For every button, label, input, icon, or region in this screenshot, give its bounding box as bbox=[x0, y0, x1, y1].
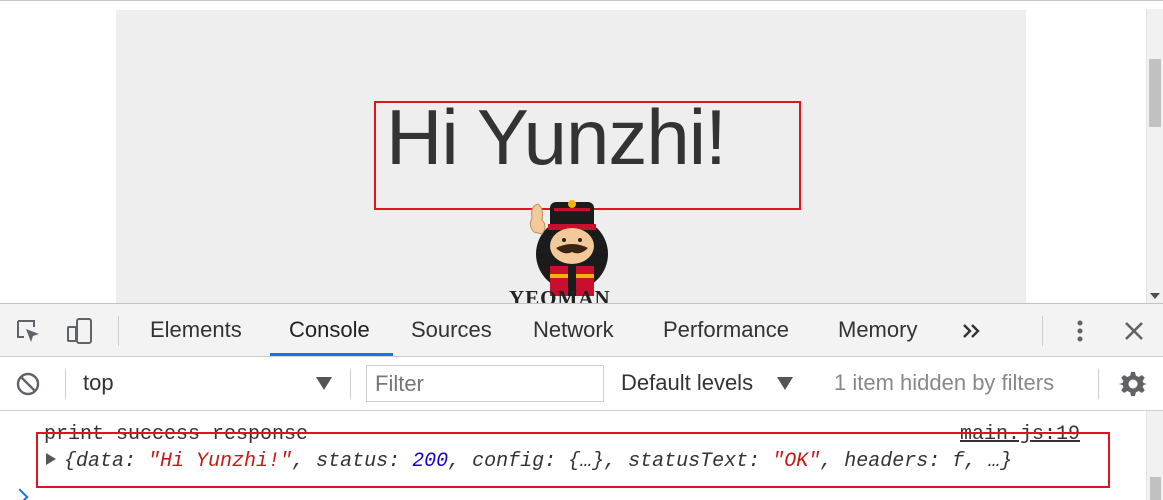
page-scroll-thumb[interactable] bbox=[1149, 59, 1161, 127]
filter-divider bbox=[350, 369, 351, 399]
page-scrollbar[interactable] bbox=[1146, 9, 1163, 303]
active-tab-indicator bbox=[270, 353, 393, 356]
console-prompt-icon[interactable] bbox=[11, 488, 29, 500]
annotation-box-log bbox=[36, 432, 1110, 488]
chevron-down-icon[interactable] bbox=[777, 377, 793, 390]
console-output: print success response main.js:19 {data:… bbox=[0, 411, 1163, 500]
yeoman-logo-text: YEOMAN bbox=[509, 286, 611, 303]
gear-icon[interactable] bbox=[1119, 370, 1147, 398]
toolbar-divider bbox=[118, 316, 119, 346]
hidden-items-notice: 1 item hidden by filters bbox=[834, 370, 1055, 395]
inspect-element-icon[interactable] bbox=[14, 317, 42, 345]
tab-elements[interactable]: Elements bbox=[150, 304, 242, 356]
tab-memory[interactable]: Memory bbox=[838, 304, 917, 356]
filter-divider bbox=[1098, 369, 1099, 399]
tab-console[interactable]: Console bbox=[289, 304, 370, 356]
clear-console-icon[interactable] bbox=[14, 370, 42, 398]
scroll-down-arrow-icon[interactable] bbox=[1150, 293, 1160, 299]
annotation-box-heading bbox=[374, 101, 801, 210]
console-scroll-thumb[interactable] bbox=[1150, 477, 1161, 500]
log-levels-dropdown[interactable]: Default levels bbox=[621, 370, 753, 396]
console-scrollbar[interactable] bbox=[1146, 411, 1163, 500]
close-icon[interactable] bbox=[1120, 317, 1148, 345]
filter-divider bbox=[65, 369, 66, 399]
vertical-ellipsis-icon[interactable] bbox=[1066, 317, 1094, 345]
double-chevron-right-icon[interactable] bbox=[960, 319, 984, 343]
chevron-down-icon[interactable] bbox=[316, 377, 332, 390]
console-filter-bar: top Default levels 1 item hidden by filt… bbox=[0, 357, 1163, 411]
device-toolbar-icon[interactable] bbox=[66, 317, 94, 345]
tab-network[interactable]: Network bbox=[533, 304, 614, 356]
tab-sources[interactable]: Sources bbox=[411, 304, 492, 356]
toolbar-divider bbox=[1042, 316, 1043, 346]
page-viewport: Hi Yunzhi! YEOMAN bbox=[0, 0, 1163, 303]
filter-input[interactable] bbox=[366, 365, 604, 402]
tab-performance[interactable]: Performance bbox=[663, 304, 789, 356]
devtools-panel: Elements Console Sources Network Perform… bbox=[0, 303, 1163, 500]
devtools-tabbar: Elements Console Sources Network Perform… bbox=[0, 304, 1163, 357]
context-selector[interactable]: top bbox=[83, 370, 114, 396]
